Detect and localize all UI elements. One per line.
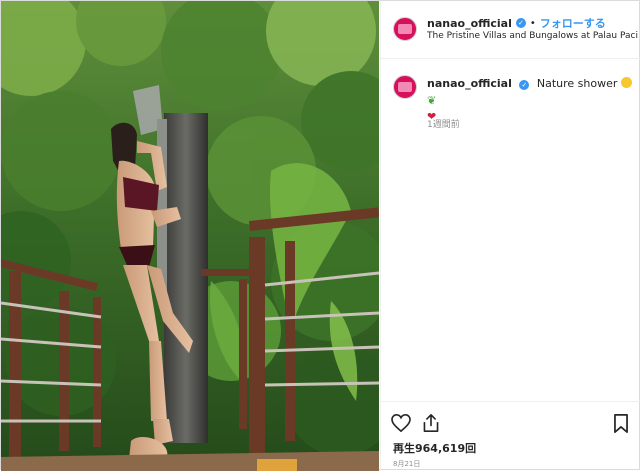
bookmark-icon[interactable]: [613, 414, 629, 437]
post-side-panel: nanao_official ✓ • フォローする The Pristine V…: [380, 1, 640, 471]
action-bar: 再生964,619回 8月21日: [381, 401, 640, 471]
video-frame-image: [1, 1, 379, 471]
separator-dot: •: [529, 17, 536, 29]
post-header: nanao_official ✓ • フォローする The Pristine V…: [381, 1, 640, 59]
caption-username[interactable]: nanao_official: [427, 77, 512, 90]
caption-avatar[interactable]: [393, 75, 417, 99]
post-video[interactable]: [1, 1, 379, 471]
location-link[interactable]: The Pristine Villas and Bungalows at Pal…: [427, 31, 639, 41]
view-count[interactable]: 再生964,619回: [393, 440, 476, 456]
follow-button[interactable]: フォローする: [540, 15, 606, 31]
avatar[interactable]: [393, 17, 417, 41]
share-icon[interactable]: [422, 413, 440, 437]
header-username[interactable]: nanao_official: [427, 17, 512, 30]
post-date[interactable]: 8月21日: [393, 459, 420, 469]
caption-text: Nature shower: [536, 77, 618, 90]
heart-outline-icon[interactable]: [391, 413, 411, 436]
leaf-icon: ❦: [427, 94, 437, 107]
verified-badge-icon: ✓: [519, 80, 530, 90]
header-user-line: nanao_official ✓ • フォローする: [427, 15, 606, 31]
instagram-post: nanao_official ✓ • フォローする The Pristine V…: [0, 0, 640, 471]
smiling-face-icon: [620, 77, 632, 88]
caption-time-ago: 1週間前: [427, 120, 460, 130]
verified-badge-icon: ✓: [515, 18, 526, 28]
